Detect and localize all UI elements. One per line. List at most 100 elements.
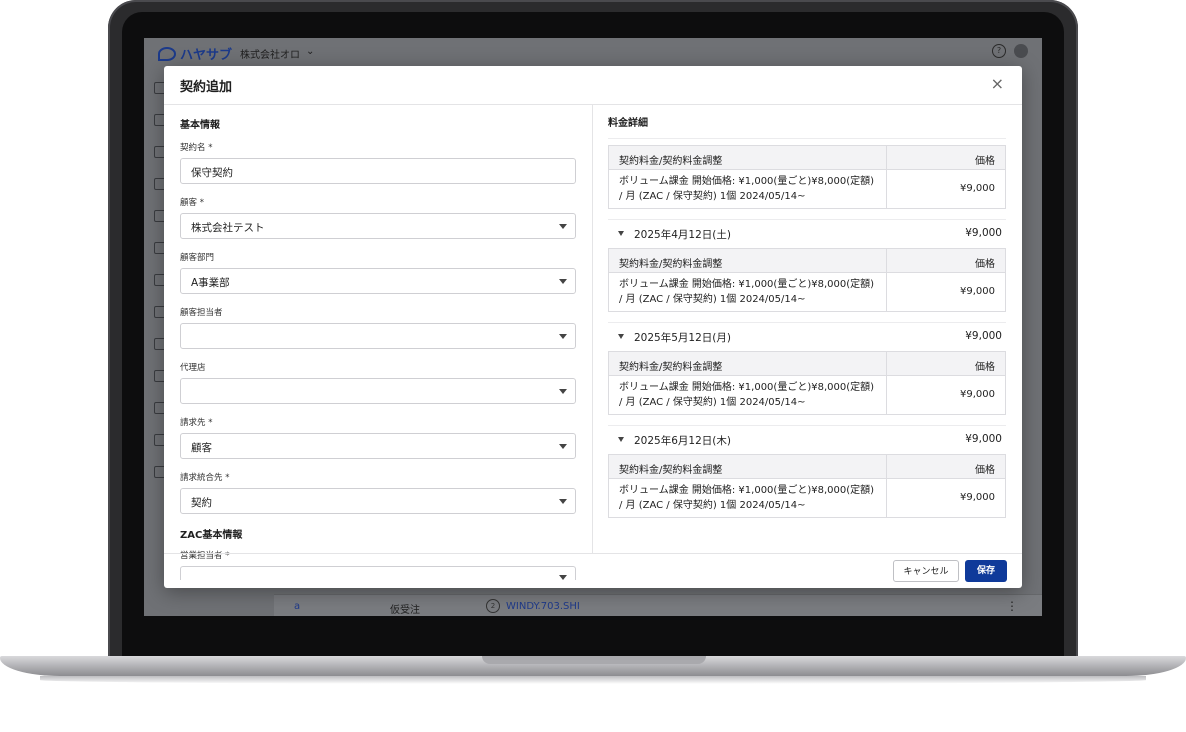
item-price: ¥9,000 bbox=[960, 492, 995, 503]
billing-to-select[interactable]: 顧客 bbox=[180, 433, 576, 459]
pricing-heading: 料金詳細 bbox=[608, 118, 648, 129]
item-price: ¥9,000 bbox=[960, 183, 995, 194]
zac-info-heading: ZAC基本情報 bbox=[180, 530, 243, 541]
close-icon[interactable]: × bbox=[991, 74, 1004, 93]
item-description-line1: ボリューム課金 開始価格: ¥1,000(量ごと)¥8,000(定額) bbox=[619, 382, 875, 393]
billing-to-value: 顧客 bbox=[191, 442, 212, 454]
table-row: ボリューム課金 開始価格: ¥1,000(量ごと)¥8,000(定額) / 月 … bbox=[609, 273, 1005, 311]
chevron-down-icon: ⌄ bbox=[306, 46, 315, 57]
item-description: ボリューム課金 開始価格: ¥1,000(量ごと)¥8,000(定額) / 月 … bbox=[609, 273, 887, 311]
contract-name-input[interactable]: 保守契約 bbox=[180, 158, 576, 184]
dropdown-caret-icon bbox=[559, 389, 567, 394]
item-description-line2: / 月 (ZAC / 保守契約) 1個 2024/05/14~ bbox=[619, 500, 806, 511]
app-header: ハヤサブ 株式会社オロ ⌄ ? bbox=[144, 38, 1042, 66]
item-column-header: 契約料金/契約料金調整 bbox=[609, 455, 887, 478]
laptop-screen: ハヤサブ 株式会社オロ ⌄ ? a 仮受注 2 WINDY.703.SHI ⋮ … bbox=[144, 38, 1042, 616]
price-column-header: 価格 bbox=[975, 156, 995, 167]
contract-name-label: 契約名 * bbox=[180, 143, 213, 153]
dropdown-caret-icon bbox=[559, 224, 567, 229]
month-header-apr[interactable]: 2025年4月12日(土) ¥9,000 bbox=[608, 219, 1006, 248]
item-description: ボリューム課金 開始価格: ¥1,000(量ごと)¥8,000(定額) / 月 … bbox=[609, 479, 887, 517]
item-column-header: 契約料金/契約料金調整 bbox=[609, 352, 887, 375]
help-icon[interactable]: ? bbox=[992, 44, 1006, 58]
price-table: 契約料金/契約料金調整 価格 ボリューム課金 開始価格: ¥1,000(量ごと)… bbox=[608, 248, 1006, 312]
customer-contact-label: 顧客担当者 bbox=[180, 308, 223, 318]
collapse-caret-icon bbox=[618, 437, 624, 442]
basic-info-heading: 基本情報 bbox=[180, 120, 220, 131]
agency-label: 代理店 bbox=[180, 363, 206, 373]
dropdown-caret-icon bbox=[559, 334, 567, 339]
table-row: ボリューム課金 開始価格: ¥1,000(量ごと)¥8,000(定額) / 月 … bbox=[609, 479, 1005, 517]
billing-merge-select[interactable]: 契約 bbox=[180, 488, 576, 514]
table-row: ボリューム課金 開始価格: ¥1,000(量ごと)¥8,000(定額) / 月 … bbox=[609, 376, 1005, 414]
contract-name-value: 保守契約 bbox=[191, 167, 233, 179]
basic-info-pane: 基本情報 契約名 * 保守契約 顧客 * 株式会社テスト 顧客部門 A事業部 顧… bbox=[180, 114, 576, 592]
item-column-header: 契約料金/契約料金調整 bbox=[609, 146, 887, 169]
price-column-header: 価格 bbox=[975, 362, 995, 373]
item-column-header: 契約料金/契約料金調整 bbox=[609, 249, 887, 272]
customer-label: 顧客 * bbox=[180, 198, 204, 208]
cancel-button[interactable]: キャンセル bbox=[893, 560, 959, 582]
customer-department-label: 顧客部門 bbox=[180, 253, 215, 263]
save-button[interactable]: 保存 bbox=[965, 560, 1007, 582]
dropdown-caret-icon bbox=[559, 499, 567, 504]
partial-month-header bbox=[608, 132, 1006, 139]
price-table: 契約料金/契約料金調整 価格 ボリューム課金 開始価格: ¥1,000(量ごと)… bbox=[608, 145, 1006, 209]
pricing-pane: 料金詳細 契約料金/契約料金調整 価格 ボリューム課金 開始価格: ¥1,000… bbox=[608, 114, 1006, 552]
dropdown-caret-icon bbox=[559, 444, 567, 449]
user-avatar-icon[interactable] bbox=[1014, 44, 1028, 58]
month-date: 2025年6月12日(木) bbox=[634, 435, 731, 447]
table-row[interactable]: a 仮受注 2 WINDY.703.SHI ⋮ bbox=[274, 594, 1042, 616]
customer-select[interactable]: 株式会社テスト bbox=[180, 213, 576, 239]
billing-merge-value: 契約 bbox=[191, 497, 212, 509]
customer-department-value: A事業部 bbox=[191, 277, 230, 289]
customer-contact-select[interactable] bbox=[180, 323, 576, 349]
dropdown-caret-icon bbox=[559, 279, 567, 284]
month-amount: ¥9,000 bbox=[965, 433, 1002, 445]
row-link[interactable]: a bbox=[294, 601, 300, 612]
item-description: ボリューム課金 開始価格: ¥1,000(量ごと)¥8,000(定額) / 月 … bbox=[609, 170, 887, 208]
row-code[interactable]: 2 WINDY.703.SHI bbox=[486, 599, 580, 613]
item-description-line2: / 月 (ZAC / 保守契約) 1個 2024/05/14~ bbox=[619, 397, 806, 408]
pane-divider bbox=[592, 105, 593, 553]
month-amount: ¥9,000 bbox=[965, 330, 1002, 342]
row-status: 仮受注 bbox=[390, 605, 420, 616]
table-row: ボリューム課金 開始価格: ¥1,000(量ごと)¥8,000(定額) / 月 … bbox=[609, 170, 1005, 208]
price-column-header: 価格 bbox=[975, 259, 995, 270]
month-header-may[interactable]: 2025年5月12日(月) ¥9,000 bbox=[608, 322, 1006, 351]
header-divider bbox=[164, 104, 1022, 105]
agency-select[interactable] bbox=[180, 378, 576, 404]
dropdown-caret-icon bbox=[559, 575, 567, 580]
price-column-header: 価格 bbox=[975, 465, 995, 476]
month-header-jun[interactable]: 2025年6月12日(木) ¥9,000 bbox=[608, 425, 1006, 454]
more-menu-icon[interactable]: ⋮ bbox=[1006, 599, 1018, 613]
item-description: ボリューム課金 開始価格: ¥1,000(量ごと)¥8,000(定額) / 月 … bbox=[609, 376, 887, 414]
item-description-line1: ボリューム課金 開始価格: ¥1,000(量ごと)¥8,000(定額) bbox=[619, 485, 875, 496]
item-price: ¥9,000 bbox=[960, 286, 995, 297]
modal-title: 契約追加 bbox=[180, 80, 233, 95]
item-description-line1: ボリューム課金 開始価格: ¥1,000(量ごと)¥8,000(定額) bbox=[619, 279, 875, 290]
item-price: ¥9,000 bbox=[960, 389, 995, 400]
billing-merge-label: 請求統合先 * bbox=[180, 473, 230, 483]
app-logo[interactable]: ハヤサブ bbox=[158, 44, 232, 63]
sales-rep-label: 営業担当者 * bbox=[180, 551, 230, 561]
item-description-line1: ボリューム課金 開始価格: ¥1,000(量ごと)¥8,000(定額) bbox=[619, 176, 875, 187]
month-amount: ¥9,000 bbox=[965, 227, 1002, 239]
contract-add-modal: 契約追加 × 基本情報 契約名 * 保守契約 顧客 * 株式会社テスト 顧客部門… bbox=[164, 66, 1022, 588]
laptop-shadow bbox=[40, 676, 1146, 684]
customer-department-select[interactable]: A事業部 bbox=[180, 268, 576, 294]
price-table: 契約料金/契約料金調整 価格 ボリューム課金 開始価格: ¥1,000(量ごと)… bbox=[608, 454, 1006, 518]
logo-icon bbox=[158, 46, 176, 61]
item-description-line2: / 月 (ZAC / 保守契約) 1個 2024/05/14~ bbox=[619, 191, 806, 202]
collapse-caret-icon bbox=[618, 231, 624, 236]
sales-rep-select[interactable] bbox=[180, 566, 576, 580]
company-switcher[interactable]: 株式会社オロ ⌄ bbox=[240, 46, 314, 61]
item-description-line2: / 月 (ZAC / 保守契約) 1個 2024/05/14~ bbox=[619, 294, 806, 305]
collapse-caret-icon bbox=[618, 334, 624, 339]
row-code-text: WINDY.703.SHI bbox=[506, 600, 580, 612]
pricing-scroll-area[interactable]: 契約料金/契約料金調整 価格 ボリューム課金 開始価格: ¥1,000(量ごと)… bbox=[608, 132, 1006, 552]
month-date: 2025年5月12日(月) bbox=[634, 332, 731, 344]
month-date: 2025年4月12日(土) bbox=[634, 229, 731, 241]
billing-to-label: 請求先 * bbox=[180, 418, 213, 428]
logo-text: ハヤサブ bbox=[180, 48, 233, 63]
